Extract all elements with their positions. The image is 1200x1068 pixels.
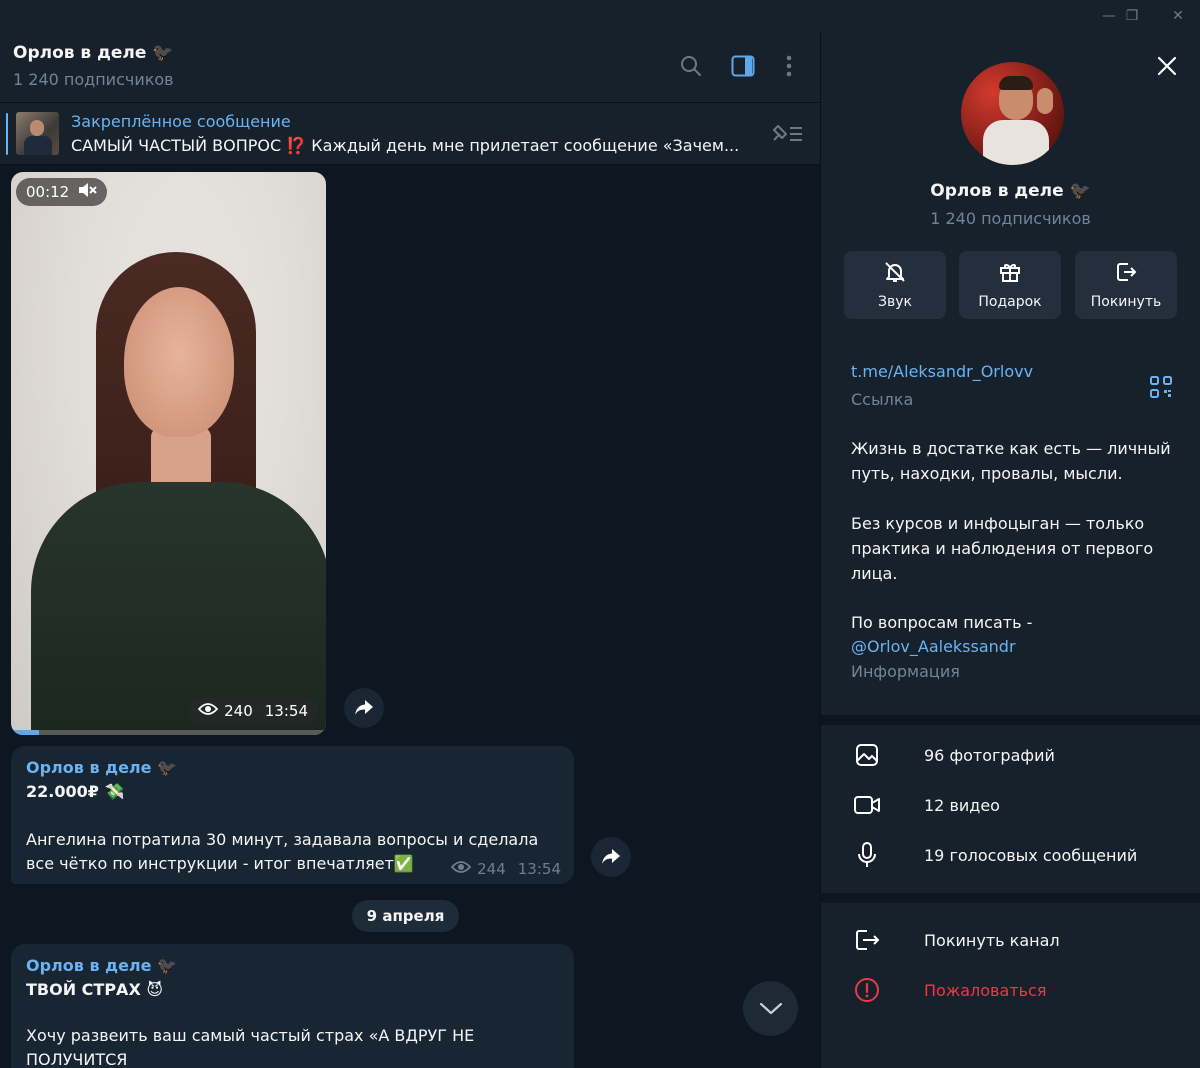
close-icon[interactable] [1154, 53, 1180, 79]
media-videos-row[interactable]: 12 видео [821, 781, 1200, 829]
info-section: t.me/Aleksandr_Orlovv Ссылка Жизнь в дос… [821, 340, 1200, 715]
video-icon [854, 792, 880, 818]
leave-channel-label: Покинуть канал [924, 930, 1060, 950]
close-window-button[interactable]: ✕ [1155, 0, 1200, 31]
post-author[interactable]: Орлов в деле 🐦‍⬛ [26, 956, 177, 975]
pinned-text: САМЫЙ ЧАСТЫЙ ВОПРОС ⁉️ Каждый день мне п… [71, 136, 740, 155]
post-body: Хочу развеить ваш самый частый страх «А … [26, 1026, 475, 1068]
avatar[interactable] [961, 62, 1064, 165]
scroll-down-button[interactable] [743, 981, 798, 1036]
gift-button[interactable]: Подарок [959, 251, 1061, 319]
leave-channel-row[interactable]: Покинуть канал [821, 916, 1200, 964]
leave-icon [1114, 260, 1138, 288]
about-contact-link[interactable]: @Orlov_Aalekssandr [851, 634, 1171, 659]
chat-header[interactable]: Орлов в деле 🐦‍⬛ 1 240 подписчиков [0, 31, 820, 103]
post-author[interactable]: Орлов в деле 🐦‍⬛ [26, 758, 177, 777]
channel-link[interactable]: t.me/Aleksandr_Orlovv [851, 362, 1033, 381]
media-photos-row[interactable]: 96 фотографий [821, 731, 1200, 779]
post-headline: ТВОЙ СТРАХ 😈 [26, 980, 164, 999]
search-icon[interactable] [676, 51, 706, 81]
share-video-button[interactable] [344, 688, 384, 728]
eye-icon [197, 702, 219, 720]
muted-icon[interactable] [77, 181, 97, 203]
panel-channel-name: Орлов в деле 🐦‍⬛ [930, 181, 1091, 201]
post-22000[interactable]: Орлов в деле 🐦‍⬛ 22.000₽ 💸 Ангелина потр… [11, 746, 574, 884]
link-caption: Ссылка [851, 390, 914, 409]
post-time: 13:54 [517, 860, 561, 878]
video-message[interactable]: 00:12 240 13:54 [11, 172, 326, 735]
video-frame-face [124, 287, 234, 437]
video-time: 13:54 [264, 702, 308, 720]
profile-section: Орлов в деле 🐦‍⬛ 1 240 подписчиков Звук … [821, 31, 1200, 340]
pinned-indicator [6, 113, 8, 155]
avatar-hair [999, 76, 1033, 90]
video-views: 240 [224, 702, 253, 720]
report-label: Пожаловаться [924, 980, 1047, 1000]
post-meta: 244 13:54 [450, 860, 561, 878]
bell-off-icon [883, 260, 907, 288]
about-paragraph-2: Без курсов и инфоцыган — только практика… [851, 514, 1154, 583]
media-voice-row[interactable]: 19 голосовых сообщений [821, 831, 1200, 879]
post-views: 244 [477, 860, 506, 878]
gift-icon [998, 260, 1022, 288]
about-paragraph-3: По вопросам писать - [851, 613, 1033, 632]
gift-label: Подарок [978, 294, 1042, 310]
date-separator: 9 апреля [352, 900, 459, 932]
pinned-thumbnail [16, 112, 59, 155]
chat-subscribers: 1 240 подписчиков [13, 70, 174, 89]
video-timer[interactable]: 00:12 [16, 178, 108, 206]
photo-icon [854, 742, 880, 768]
leave-label: Покинуть [1090, 294, 1162, 310]
pinned-list-icon[interactable] [768, 120, 806, 148]
pinned-title: Закреплённое сообщение [71, 112, 291, 131]
video-progress-fill [11, 730, 40, 735]
media-section: 96 фотографий 12 видео 19 голосовых сооб… [821, 725, 1200, 893]
window-titlebar: — ❐ ✕ [0, 0, 1200, 31]
actions-section: Покинуть канал Пожаловаться [821, 903, 1200, 1068]
report-icon [854, 977, 880, 1003]
video-meta: 240 13:54 [188, 697, 318, 725]
voice-label: 19 голосовых сообщений [924, 845, 1138, 865]
video-duration: 00:12 [26, 183, 70, 201]
qr-code-icon[interactable] [1150, 376, 1172, 398]
post-headline: 22.000₽ 💸 [26, 782, 125, 801]
channel-info-panel: Орлов в деле 🐦‍⬛ 1 240 подписчиков Звук … [821, 31, 1200, 1068]
more-menu-icon[interactable] [774, 51, 804, 81]
report-row[interactable]: Пожаловаться [821, 966, 1200, 1014]
mute-button[interactable]: Звук [844, 251, 946, 319]
restore-button[interactable]: ❐ [1109, 0, 1155, 31]
post-fear[interactable]: Орлов в деле 🐦‍⬛ ТВОЙ СТРАХ 😈 Хочу разве… [11, 944, 574, 1068]
chat-title: Орлов в деле 🐦‍⬛ [13, 43, 174, 63]
pinned-message[interactable]: Закреплённое сообщение САМЫЙ ЧАСТЫЙ ВОПР… [0, 103, 820, 165]
panel-subscribers: 1 240 подписчиков [930, 209, 1091, 228]
leave-button[interactable]: Покинуть [1075, 251, 1177, 319]
about-caption: Информация [851, 662, 960, 681]
avatar-hand [1037, 88, 1053, 114]
mute-label: Звук [878, 294, 912, 310]
photos-label: 96 фотографий [924, 745, 1055, 765]
microphone-icon [854, 842, 880, 868]
share-post-button[interactable] [591, 837, 631, 877]
messages-area[interactable]: 00:12 240 13:54 Орлов в деле 🐦‍⬛ 22.000₽… [0, 166, 820, 1068]
videos-label: 12 видео [924, 795, 1000, 815]
avatar-body [983, 120, 1049, 165]
sidebar-toggle-icon[interactable] [728, 51, 758, 81]
eye-icon [450, 860, 472, 878]
leave-channel-icon [854, 927, 880, 953]
video-progress[interactable] [11, 730, 326, 735]
about-paragraph-1: Жизнь в достатке как есть — личный путь,… [851, 439, 1171, 483]
